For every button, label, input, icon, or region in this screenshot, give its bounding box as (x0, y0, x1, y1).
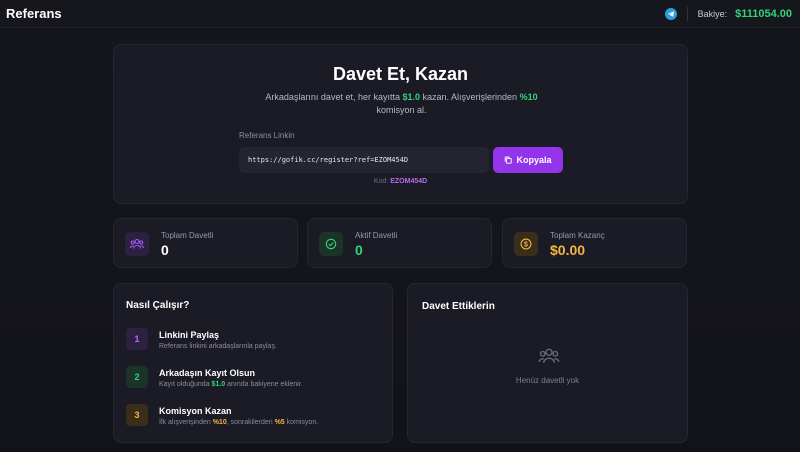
hero-desc-text: kazan. Alışverişlerinden (420, 92, 520, 102)
empty-state-text: Henüz davetli yok (515, 376, 580, 385)
commission-rate: %10 (519, 92, 538, 102)
step-desc-text: İlk alışverişinden (159, 419, 213, 426)
hero-description: Arkadaşlarını davet et, her kayıtta $1.0… (254, 91, 549, 117)
users-icon (125, 232, 149, 256)
stat-label: Toplam Kazanç (550, 231, 605, 240)
stat-card-total-earnings: $ Toplam Kazanç $0.00 (502, 218, 687, 268)
invited-users-title: Davet Ettiklerin (422, 301, 495, 312)
stat-card-total-invited: Toplam Davetli 0 (113, 218, 298, 268)
telegram-icon[interactable] (664, 7, 677, 20)
step-title: Linkini Paylaş (159, 330, 220, 340)
code-label: Kod: (373, 178, 389, 185)
balance-value: $111054.00 (735, 7, 792, 20)
step-number: 3 (126, 404, 148, 426)
hero-desc-text: komisyon al. (376, 105, 427, 115)
step-item: 3 Komisyon Kazan İlk alışverişinden %10,… (126, 404, 386, 434)
check-circle-icon (319, 232, 343, 256)
step-desc-text: komisyon. (284, 419, 319, 426)
first-commission: %10 (212, 419, 227, 426)
dollar-coin-icon: $ (514, 232, 538, 256)
step-description: Kayıt olduğunda $1.0 anında bakiyene ekl… (159, 381, 303, 388)
hero-title: Davet Et, Kazan (332, 64, 469, 84)
how-it-works-title: Nasıl Çalışır? (126, 300, 190, 311)
stat-card-active-invited: Aktif Davetli 0 (307, 218, 492, 268)
referral-hero-card: Davet Et, Kazan Arkadaşlarını davet et, … (113, 44, 688, 204)
step-desc-text: anında bakiyene eklenir. (225, 381, 303, 388)
header-right: Bakiye: $111054.00 (664, 6, 792, 21)
code-value[interactable]: EZOM454D (390, 178, 427, 185)
step-title: Arkadaşın Kayıt Olsun (159, 368, 256, 378)
copy-button[interactable]: Kopyala (493, 147, 563, 173)
stat-label: Toplam Davetli (161, 231, 214, 240)
signup-reward: $1.0 (211, 381, 226, 388)
invited-users-card: Davet Ettiklerin Henüz davetli yok (407, 283, 688, 443)
hero-desc-text: Arkadaşlarını davet et, her kayıtta (265, 92, 403, 102)
svg-text:$: $ (524, 241, 528, 248)
step-item: 1 Linkini Paylaş Referans linkini arkada… (126, 328, 386, 358)
header-divider (686, 6, 688, 21)
step-title: Komisyon Kazan (159, 406, 232, 416)
how-it-works-card: Nasıl Çalışır? 1 Linkini Paylaş Referans… (113, 283, 393, 443)
step-description: İlk alışverişinden %10, sonrakilerden %5… (159, 419, 318, 426)
stat-value: $0.00 (550, 242, 586, 258)
step-description: Referans linkini arkadaşlarınla paylaş. (159, 343, 277, 350)
signup-reward: $1.0 (402, 92, 421, 102)
referral-link-label: Referans Linkin (239, 131, 295, 140)
step-item: 2 Arkadaşın Kayıt Olsun Kayıt olduğunda … (126, 366, 386, 396)
top-bar: Referans Bakiye: $111054.00 (0, 0, 800, 28)
step-desc-text: , sonrakilerden (226, 419, 275, 426)
copy-icon (505, 156, 513, 164)
referral-link-field[interactable]: https://gofik.cc/register?ref=EZOM454D (239, 147, 489, 173)
step-number: 2 (126, 366, 148, 388)
copy-button-label: Kopyala (516, 155, 552, 165)
step-desc-text: Kayıt olduğunda (159, 381, 212, 388)
later-commission: %5 (274, 419, 285, 426)
stat-value: 0 (161, 242, 169, 258)
page-title: Referans (6, 6, 62, 21)
balance-label: Bakiye: (697, 8, 728, 19)
referral-code: Kod: EZOM454D (114, 178, 687, 185)
users-icon (538, 347, 560, 370)
stat-value: 0 (355, 242, 363, 258)
step-number: 1 (126, 328, 148, 350)
stat-label: Aktif Davetli (355, 231, 398, 240)
